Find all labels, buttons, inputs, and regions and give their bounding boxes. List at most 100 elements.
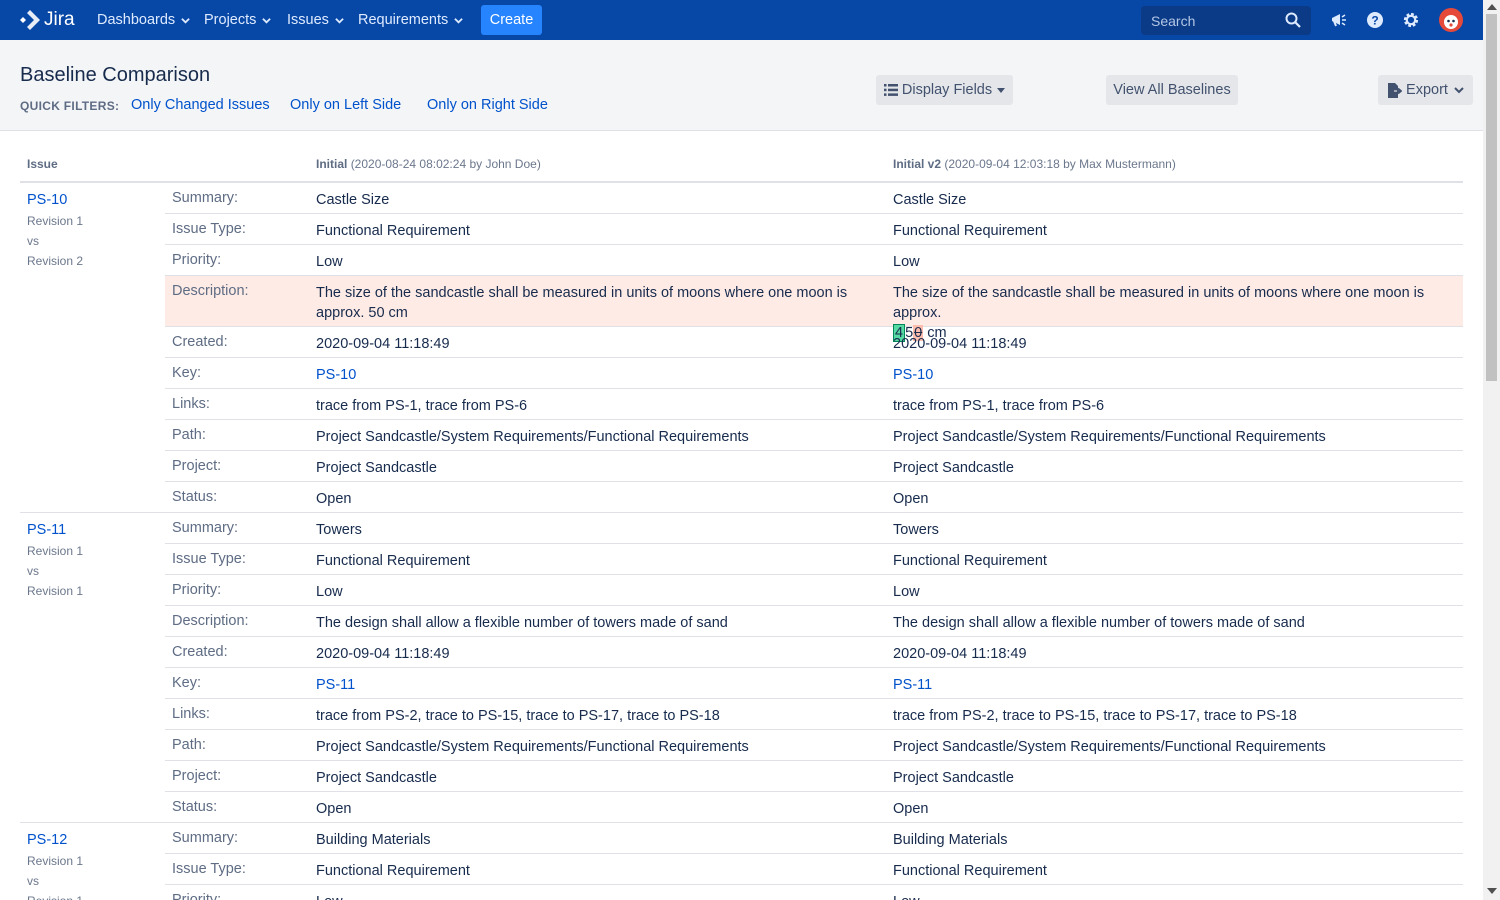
right-value: Functional Requirement	[893, 553, 1047, 569]
scrollbar-thumb[interactable]	[1486, 14, 1497, 381]
right-value: Project Sandcastle/System Requirements/F…	[893, 429, 1326, 445]
issue-key-link[interactable]: PS-10	[27, 192, 67, 208]
svg-text:?: ?	[1371, 14, 1378, 28]
filter-only-left-side[interactable]: Only on Left Side	[290, 97, 401, 113]
left-value: Open	[316, 491, 352, 507]
filter-only-changed-issues[interactable]: Only Changed Issues	[131, 97, 270, 113]
page-header: Baseline Comparison QUICK FILTERS: Only …	[0, 40, 1483, 131]
right-value[interactable]: PS-11	[893, 675, 1463, 695]
caret-down-icon	[997, 87, 1006, 93]
field-label: Priority:	[172, 252, 222, 268]
export-icon	[1388, 82, 1403, 98]
revision-b: Revision 2	[27, 254, 84, 268]
user-avatar[interactable]	[1439, 8, 1463, 32]
view-all-baselines-button[interactable]: View All Baselines	[1106, 75, 1238, 105]
field-label: Links:	[172, 396, 210, 412]
jira-logo[interactable]: Jira	[20, 9, 75, 31]
create-button[interactable]: Create	[481, 5, 542, 35]
field-label: Project:	[172, 768, 222, 784]
logo-text: Jira	[44, 9, 75, 30]
avatar-icon	[1444, 15, 1458, 29]
left-baseline-header: Initial (2020-08-24 08:02:24 by John Doe…	[316, 157, 541, 171]
issue-key-link[interactable]: PS-12	[27, 832, 67, 848]
field-label: Links:	[172, 706, 210, 722]
search-input[interactable]: Search	[1141, 6, 1311, 35]
field-row: Summary: Building Materials Building Mater…	[165, 823, 1463, 854]
left-value: Low	[316, 254, 343, 270]
field-label: Path:	[172, 427, 206, 443]
left-value[interactable]: PS-11	[316, 675, 881, 695]
megaphone-icon[interactable]	[1330, 11, 1348, 29]
field-row: Key: PS-11 PS-11	[165, 668, 1463, 699]
field-label: Summary:	[172, 830, 239, 846]
nav-issues[interactable]: Issues	[287, 0, 344, 40]
export-label: Export	[1406, 82, 1448, 98]
issue-column-header: Issue	[27, 157, 58, 171]
nav-projects[interactable]: Projects	[204, 0, 272, 40]
gear-icon[interactable]	[1402, 11, 1420, 29]
right-value: Low	[893, 584, 920, 600]
field-row: Priority: Low Low	[165, 885, 1463, 900]
left-value: Open	[316, 801, 352, 817]
left-baseline-name: Initial	[316, 157, 348, 171]
field-label: Project:	[172, 458, 222, 474]
issue-key-link[interactable]: PS-11	[27, 522, 66, 538]
right-value: Project Sandcastle/System Requirements/F…	[893, 739, 1326, 755]
left-value: Functional Requirement	[316, 223, 470, 239]
field-row: Links: trace from PS-2, trace to PS-15, t…	[165, 699, 1463, 730]
left-value: Castle Size	[316, 192, 390, 208]
right-value: 2020-09-04 11:18:49	[893, 646, 1027, 662]
revision-a: Revision 1	[27, 544, 84, 558]
right-baseline-meta: (2020-09-04 12:03:18 by Max Mustermann)	[944, 157, 1176, 171]
field-label: Status:	[172, 489, 218, 505]
left-value: 2020-09-04 11:18:49	[316, 646, 450, 662]
nav-dashboards[interactable]: Dashboards	[97, 0, 190, 40]
right-value: 2020-09-04 11:18:49	[893, 336, 1027, 352]
top-navigation-bar: Jira Dashboards Projects Issues Requirem…	[0, 0, 1483, 40]
field-row: Status: Open Open	[165, 792, 1463, 823]
left-value[interactable]: PS-10	[316, 365, 881, 385]
right-value[interactable]: PS-10	[893, 365, 1463, 385]
scroll-down-arrow-icon[interactable]	[1487, 888, 1497, 894]
field-label: Created:	[172, 334, 228, 350]
chevron-down-icon	[1454, 87, 1464, 94]
right-value-prefix: The size of the sandcastle shall be meas…	[893, 285, 1425, 321]
left-value: trace from PS-2, trace to PS-15, trace t…	[316, 708, 720, 724]
list-icon	[883, 84, 898, 96]
revision-vs: vs	[27, 874, 39, 888]
right-value: Project Sandcastle	[893, 460, 1014, 476]
help-icon[interactable]: ?	[1366, 11, 1384, 29]
field-row: Path: Project Sandcastle/System Requireme…	[165, 420, 1463, 451]
right-value: Open	[893, 491, 929, 507]
left-value: The size of the sandcastle shall be meas…	[316, 285, 848, 321]
field-label: Description:	[172, 283, 249, 299]
field-row: Created: 2020-09-04 11:18:49 2020-09-04 11…	[165, 637, 1463, 668]
field-label: Key:	[172, 365, 202, 381]
field-row: Description: The design shall allow a fle…	[165, 606, 1463, 637]
field-row: Description: The size of the sandcastle s…	[165, 276, 1463, 342]
field-label: Path:	[172, 737, 206, 753]
revision-b: Revision 1	[27, 894, 83, 900]
scroll-up-arrow-icon[interactable]	[1487, 4, 1497, 10]
right-value: Low	[893, 254, 920, 270]
export-button[interactable]: Export	[1378, 75, 1473, 105]
left-baseline-meta: (2020-08-24 08:02:24 by John Doe)	[350, 157, 541, 171]
left-value: Low	[316, 584, 343, 600]
right-value: Functional Requirement	[893, 863, 1047, 879]
field-row: Priority: Low Low	[165, 575, 1463, 606]
nav-projects-label: Projects	[204, 12, 257, 28]
chevron-down-icon	[335, 17, 344, 24]
display-fields-button[interactable]: Display Fields	[876, 75, 1013, 105]
filter-only-right-side[interactable]: Only on Right Side	[427, 97, 548, 113]
left-value: trace from PS-1, trace from PS-6	[316, 398, 528, 414]
field-label: Priority:	[172, 892, 222, 900]
left-value: Low	[316, 892, 881, 900]
right-value: Castle Size	[893, 192, 967, 208]
revision-a: Revision 1	[27, 214, 84, 228]
field-label: Summary:	[172, 190, 239, 206]
field-label: Created:	[172, 644, 228, 660]
field-label: Issue Type:	[172, 861, 246, 877]
nav-requirements[interactable]: Requirements	[358, 0, 464, 40]
jira-logo-icon	[20, 10, 40, 30]
display-fields-label: Display Fields	[901, 82, 993, 98]
